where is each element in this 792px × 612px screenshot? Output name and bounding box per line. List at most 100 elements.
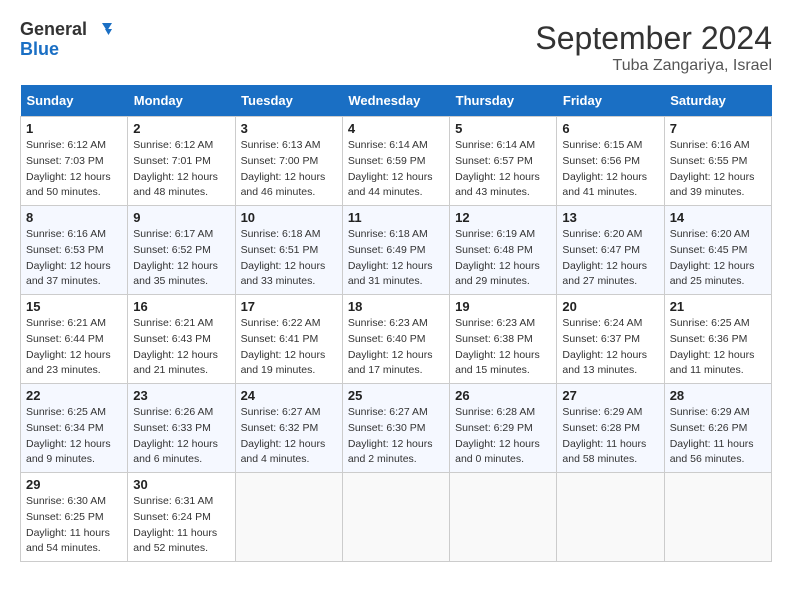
day-info: Sunrise: 6:22 AM Sunset: 6:41 PM Dayligh… [241,316,337,379]
day-number: 21 [670,299,766,314]
day-info: Sunrise: 6:27 AM Sunset: 6:30 PM Dayligh… [348,405,444,468]
day-info: Sunrise: 6:23 AM Sunset: 6:40 PM Dayligh… [348,316,444,379]
day-number: 16 [133,299,229,314]
day-info: Sunrise: 6:18 AM Sunset: 6:49 PM Dayligh… [348,227,444,290]
table-row: 22 Sunrise: 6:25 AM Sunset: 6:34 PM Dayli… [21,384,128,473]
day-number: 5 [455,121,551,136]
table-row: 3 Sunrise: 6:13 AM Sunset: 7:00 PM Daylig… [235,117,342,206]
day-info: Sunrise: 6:17 AM Sunset: 6:52 PM Dayligh… [133,227,229,290]
header-friday: Friday [557,85,664,117]
table-row: 10Sunrise: 6:18 AM Sunset: 6:51 PM Dayli… [235,206,342,295]
day-info: Sunrise: 6:20 AM Sunset: 6:47 PM Dayligh… [562,227,658,290]
day-info: Sunrise: 6:23 AM Sunset: 6:38 PM Dayligh… [455,316,551,379]
table-row: 16 Sunrise: 6:21 AM Sunset: 6:43 PM Dayli… [128,295,235,384]
day-number: 15 [26,299,122,314]
table-row: 4 Sunrise: 6:14 AM Sunset: 6:59 PM Daylig… [342,117,449,206]
table-row: 29 Sunrise: 6:30 AM Sunset: 6:25 PM Dayli… [21,473,128,562]
day-info: Sunrise: 6:14 AM Sunset: 6:57 PM Dayligh… [455,138,551,201]
location-subtitle: Tuba Zangariya, Israel [535,57,772,75]
day-number: 18 [348,299,444,314]
day-number: 20 [562,299,658,314]
day-info: Sunrise: 6:14 AM Sunset: 6:59 PM Dayligh… [348,138,444,201]
table-row: 13 Sunrise: 6:20 AM Sunset: 6:47 PM Dayli… [557,206,664,295]
month-title: September 2024 [535,20,772,57]
day-number: 10 [241,210,337,225]
day-number: 17 [241,299,337,314]
day-info: Sunrise: 6:21 AM Sunset: 6:43 PM Dayligh… [133,316,229,379]
table-row [664,473,771,562]
day-info: Sunrise: 6:29 AM Sunset: 6:26 PM Dayligh… [670,405,766,468]
day-number: 2 [133,121,229,136]
title-block: September 2024 Tuba Zangariya, Israel [535,20,772,75]
table-row: 1Sunrise: 6:12 AM Sunset: 7:03 PM Daylig… [21,117,128,206]
day-info: Sunrise: 6:16 AM Sunset: 6:53 PM Dayligh… [26,227,122,290]
calendar-week-row: 1Sunrise: 6:12 AM Sunset: 7:03 PM Daylig… [21,117,772,206]
table-row [235,473,342,562]
header-tuesday: Tuesday [235,85,342,117]
day-info: Sunrise: 6:20 AM Sunset: 6:45 PM Dayligh… [670,227,766,290]
day-info: Sunrise: 6:12 AM Sunset: 7:01 PM Dayligh… [133,138,229,201]
header-thursday: Thursday [450,85,557,117]
day-info: Sunrise: 6:26 AM Sunset: 6:33 PM Dayligh… [133,405,229,468]
day-info: Sunrise: 6:29 AM Sunset: 6:28 PM Dayligh… [562,405,658,468]
table-row: 8 Sunrise: 6:16 AM Sunset: 6:53 PM Daylig… [21,206,128,295]
table-row: 17 Sunrise: 6:22 AM Sunset: 6:41 PM Dayli… [235,295,342,384]
day-info: Sunrise: 6:24 AM Sunset: 6:37 PM Dayligh… [562,316,658,379]
header-monday: Monday [128,85,235,117]
day-number: 4 [348,121,444,136]
table-row: 27 Sunrise: 6:29 AM Sunset: 6:28 PM Dayli… [557,384,664,473]
table-row: 28 Sunrise: 6:29 AM Sunset: 6:26 PM Dayli… [664,384,771,473]
table-row: 14Sunrise: 6:20 AM Sunset: 6:45 PM Dayli… [664,206,771,295]
day-info: Sunrise: 6:25 AM Sunset: 6:36 PM Dayligh… [670,316,766,379]
table-row: 23 Sunrise: 6:26 AM Sunset: 6:33 PM Dayli… [128,384,235,473]
day-number: 28 [670,388,766,403]
day-info: Sunrise: 6:19 AM Sunset: 6:48 PM Dayligh… [455,227,551,290]
day-number: 27 [562,388,658,403]
table-row: 30Sunrise: 6:31 AM Sunset: 6:24 PM Dayli… [128,473,235,562]
day-number: 11 [348,210,444,225]
table-row: 9 Sunrise: 6:17 AM Sunset: 6:52 PM Daylig… [128,206,235,295]
day-info: Sunrise: 6:21 AM Sunset: 6:44 PM Dayligh… [26,316,122,379]
day-info: Sunrise: 6:31 AM Sunset: 6:24 PM Dayligh… [133,494,229,557]
day-number: 29 [26,477,122,492]
day-number: 7 [670,121,766,136]
day-number: 8 [26,210,122,225]
day-number: 6 [562,121,658,136]
day-number: 12 [455,210,551,225]
day-number: 23 [133,388,229,403]
calendar-week-row: 8 Sunrise: 6:16 AM Sunset: 6:53 PM Daylig… [21,206,772,295]
logo-bird-icon [92,21,112,39]
table-row: 24Sunrise: 6:27 AM Sunset: 6:32 PM Dayli… [235,384,342,473]
table-row [342,473,449,562]
table-row: 7 Sunrise: 6:16 AM Sunset: 6:55 PM Daylig… [664,117,771,206]
table-row: 15 Sunrise: 6:21 AM Sunset: 6:44 PM Dayli… [21,295,128,384]
table-row [557,473,664,562]
calendar-week-row: 22 Sunrise: 6:25 AM Sunset: 6:34 PM Dayli… [21,384,772,473]
header-saturday: Saturday [664,85,771,117]
day-number: 26 [455,388,551,403]
day-info: Sunrise: 6:25 AM Sunset: 6:34 PM Dayligh… [26,405,122,468]
table-row [450,473,557,562]
day-info: Sunrise: 6:12 AM Sunset: 7:03 PM Dayligh… [26,138,122,201]
table-row: 20 Sunrise: 6:24 AM Sunset: 6:37 PM Dayli… [557,295,664,384]
day-info: Sunrise: 6:16 AM Sunset: 6:55 PM Dayligh… [670,138,766,201]
day-number: 19 [455,299,551,314]
header-sunday: Sunday [21,85,128,117]
table-row: 19 Sunrise: 6:23 AM Sunset: 6:38 PM Dayli… [450,295,557,384]
day-number: 13 [562,210,658,225]
day-number: 9 [133,210,229,225]
day-info: Sunrise: 6:30 AM Sunset: 6:25 PM Dayligh… [26,494,122,557]
day-number: 24 [241,388,337,403]
calendar-table: Sunday Monday Tuesday Wednesday Thursday… [20,85,772,562]
day-number: 3 [241,121,337,136]
table-row: 21 Sunrise: 6:25 AM Sunset: 6:36 PM Dayli… [664,295,771,384]
page-header: General Blue September 2024 Tuba Zangari… [20,20,772,75]
day-number: 25 [348,388,444,403]
table-row: 18 Sunrise: 6:23 AM Sunset: 6:40 PM Dayli… [342,295,449,384]
table-row: 2 Sunrise: 6:12 AM Sunset: 7:01 PM Daylig… [128,117,235,206]
table-row: 5 Sunrise: 6:14 AM Sunset: 6:57 PM Daylig… [450,117,557,206]
table-row: 6Sunrise: 6:15 AM Sunset: 6:56 PM Daylig… [557,117,664,206]
table-row: 25 Sunrise: 6:27 AM Sunset: 6:30 PM Dayli… [342,384,449,473]
day-number: 22 [26,388,122,403]
day-info: Sunrise: 6:13 AM Sunset: 7:00 PM Dayligh… [241,138,337,201]
